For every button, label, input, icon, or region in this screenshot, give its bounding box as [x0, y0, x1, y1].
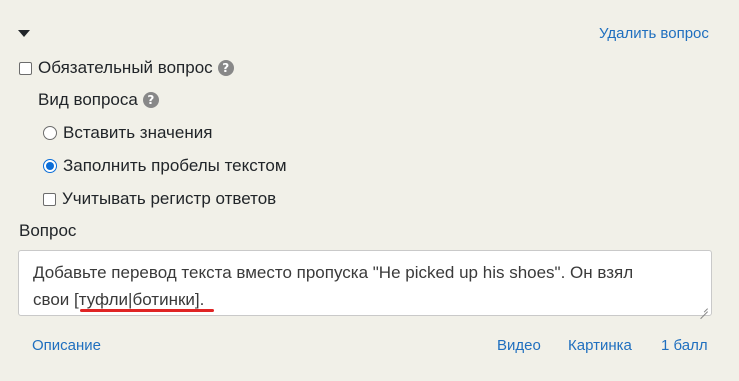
option-insert-values[interactable]: Вставить значения [43, 123, 212, 143]
option-fill-blanks[interactable]: Заполнить пробелы текстом [43, 156, 287, 176]
video-link[interactable]: Видео [497, 337, 541, 354]
question-circle-icon[interactable]: ? [142, 92, 159, 108]
question-circle-icon[interactable]: ? [217, 60, 234, 76]
case-sensitive-row[interactable]: Учитывать регистр ответов [43, 189, 276, 209]
radio-fill-blanks[interactable] [43, 159, 57, 173]
option-label: Заполнить пробелы текстом [63, 156, 287, 175]
collapse-caret-icon[interactable] [18, 30, 30, 37]
option-label: Вставить значения [63, 123, 213, 142]
required-label: Обязательный вопрос [38, 58, 213, 77]
question-text-line1: Добавьте перевод текста вместо пропуска … [33, 263, 634, 282]
question-type-row: Вид вопроса ? [38, 90, 159, 110]
points-link[interactable]: 1 балл [661, 337, 708, 354]
case-sensitive-checkbox[interactable] [43, 192, 56, 206]
resize-handle-icon[interactable] [700, 304, 708, 312]
question-type-label: Вид вопроса [38, 90, 138, 109]
radio-insert-values[interactable] [43, 126, 57, 140]
question-textarea[interactable]: Добавьте перевод текста вместо пропуска … [18, 250, 712, 316]
delete-question-link[interactable]: Удалить вопрос [599, 25, 709, 42]
description-link[interactable]: Описание [32, 337, 101, 354]
required-checkbox[interactable] [19, 61, 32, 75]
case-sensitive-label: Учитывать регистр ответов [62, 189, 277, 208]
question-label: Вопрос [19, 221, 77, 240]
blank-answer-underline [80, 309, 214, 312]
image-link[interactable]: Картинка [568, 337, 632, 354]
required-question-row: Обязательный вопрос ? [19, 58, 234, 78]
